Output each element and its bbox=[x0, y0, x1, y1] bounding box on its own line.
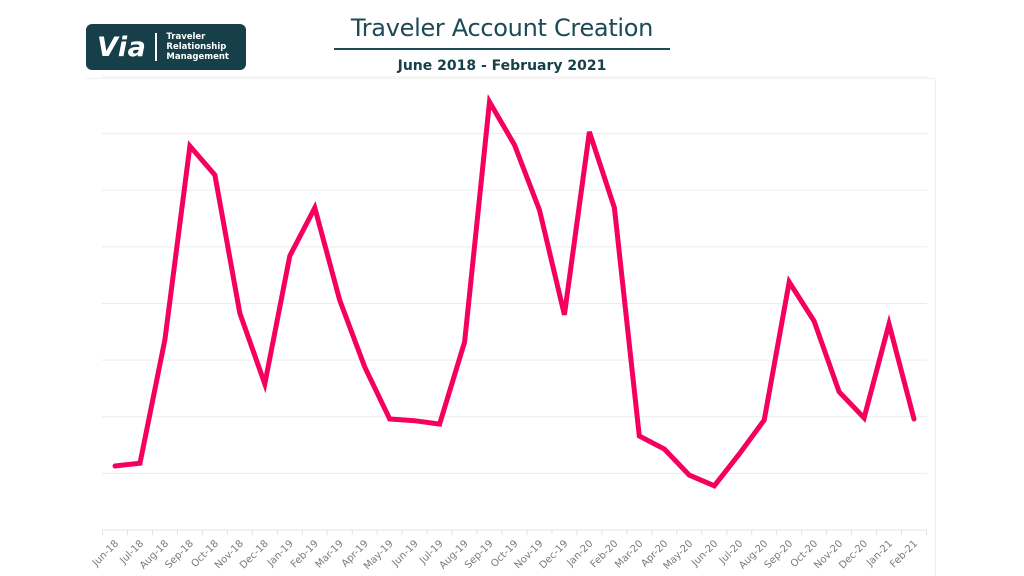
x-tick-label: Jun-19 bbox=[390, 538, 421, 569]
x-axis-labels: Jun-18Jul-18Aug-18Sep-18Oct-18Nov-18Dec-… bbox=[90, 538, 920, 572]
line-chart: Jun-18Jul-18Aug-18Sep-18Oct-18Nov-18Dec-… bbox=[90, 76, 927, 572]
series-layer bbox=[112, 94, 917, 489]
x-tick-label: Mar-19 bbox=[314, 538, 346, 570]
x-tick-label: Jun-20 bbox=[689, 538, 720, 569]
x-tick-label: Sep-20 bbox=[763, 538, 796, 571]
x-tick-label: Sep-18 bbox=[163, 538, 196, 571]
x-tick-label: Jun-18 bbox=[90, 538, 121, 569]
x-tick-label: Feb-21 bbox=[888, 538, 920, 570]
x-tick-label: Sep-19 bbox=[463, 538, 496, 571]
x-axis-ticks bbox=[102, 530, 927, 535]
x-tick-label: Mar-20 bbox=[613, 538, 645, 570]
series-line bbox=[112, 94, 917, 489]
